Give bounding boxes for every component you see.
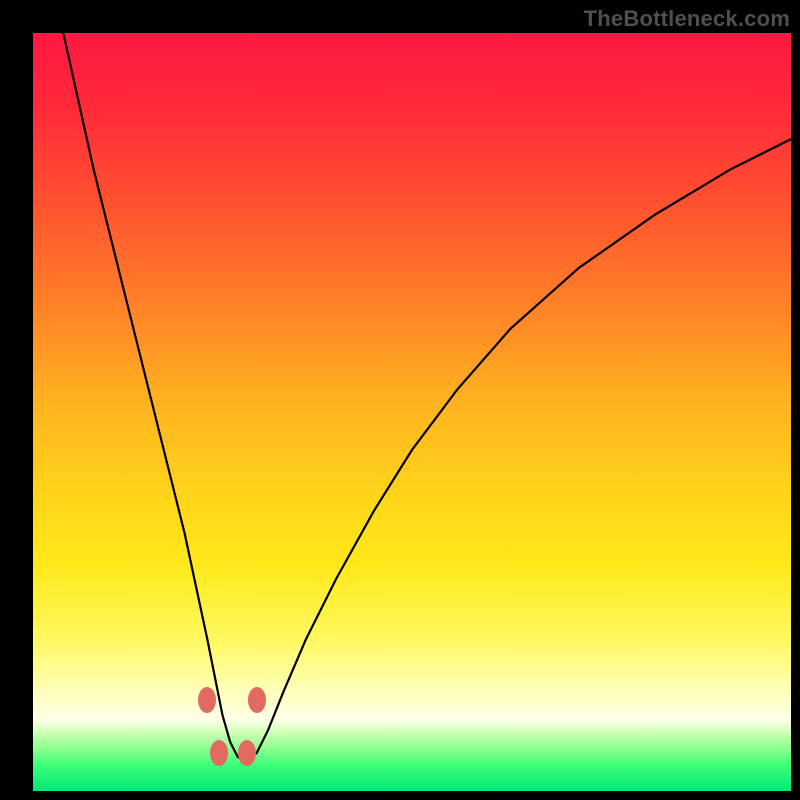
- chart-canvas: TheBottleneck.com: [0, 0, 800, 800]
- curve-marker: [238, 740, 256, 766]
- bottleneck-curve: [63, 33, 791, 761]
- curve-marker: [210, 740, 228, 766]
- curve-marker: [198, 687, 216, 713]
- watermark-text: TheBottleneck.com: [584, 6, 790, 32]
- plot-area: [33, 33, 791, 791]
- curve-marker: [248, 687, 266, 713]
- curve-layer: [33, 33, 791, 791]
